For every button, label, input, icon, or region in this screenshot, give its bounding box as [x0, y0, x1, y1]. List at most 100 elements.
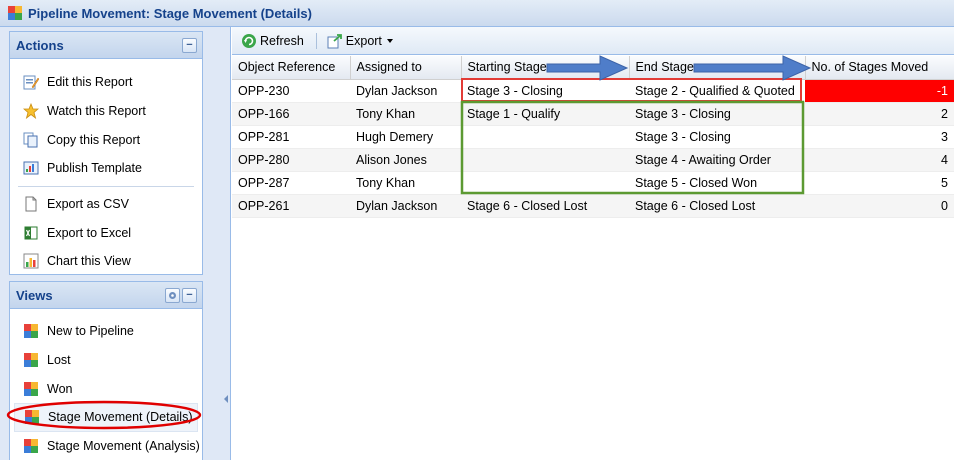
- publish-icon: [22, 160, 39, 177]
- cell-starting-stage: [461, 125, 629, 149]
- cell-object-reference: OPP-230: [232, 79, 350, 103]
- export-button[interactable]: Export: [323, 30, 397, 52]
- action-export-excel[interactable]: Export to Excel: [14, 218, 198, 247]
- toolbar-divider: [315, 32, 317, 49]
- report-cube-icon: [22, 352, 39, 369]
- left-pane: Actions − Edit this Report Watch this Re…: [0, 27, 222, 460]
- report-cube-icon: [22, 380, 39, 397]
- collapse-views-icon[interactable]: −: [182, 287, 197, 303]
- report-cube-icon: [8, 6, 22, 20]
- star-icon: [22, 103, 39, 120]
- chart-icon: [22, 253, 39, 270]
- view-label: Lost: [47, 353, 71, 368]
- view-won[interactable]: Won: [14, 374, 198, 403]
- window-titlebar: Pipeline Movement: Stage Movement (Detai…: [0, 0, 954, 27]
- pane-splitter[interactable]: [222, 27, 231, 460]
- cell-end-stage: Stage 5 - Closed Won: [629, 171, 805, 195]
- cell-object-reference: OPP-261: [232, 194, 350, 218]
- cell-end-stage: Stage 3 - Closing: [629, 125, 805, 149]
- cell-stages-moved: 0: [805, 194, 954, 218]
- view-label: Stage Movement (Details): [48, 410, 193, 425]
- column-header-stages-moved[interactable]: No. of Stages Moved: [805, 56, 954, 80]
- cell-assigned-to: Dylan Jackson: [350, 79, 461, 103]
- csv-icon: [22, 196, 39, 213]
- action-edit-report[interactable]: Edit this Report: [14, 68, 198, 97]
- gear-icon[interactable]: [165, 287, 180, 303]
- actions-panel-header: Actions −: [10, 32, 202, 59]
- cell-assigned-to: Tony Khan: [350, 171, 461, 195]
- cell-object-reference: OPP-166: [232, 102, 350, 126]
- report-cube-icon: [23, 409, 40, 426]
- grid-toolbar: Refresh Export: [232, 27, 954, 55]
- refresh-button[interactable]: Refresh: [237, 30, 308, 52]
- column-header-assigned-to[interactable]: Assigned to: [350, 56, 462, 80]
- cell-stages-moved: 2: [805, 102, 954, 126]
- table-row[interactable]: OPP-261 Dylan Jackson Stage 6 - Closed L…: [232, 194, 954, 218]
- main-panel: Refresh Export Object Reference Assigned…: [232, 27, 954, 460]
- report-cube-icon: [22, 323, 39, 340]
- actions-panel: Actions − Edit this Report Watch this Re…: [9, 31, 203, 275]
- table-row[interactable]: OPP-280 Alison Jones Stage 4 - Awaiting …: [232, 148, 954, 172]
- view-label: Won: [47, 381, 73, 396]
- view-lost[interactable]: Lost: [14, 346, 198, 375]
- table-row[interactable]: OPP-230 Dylan Jackson Stage 3 - Closing …: [232, 79, 954, 103]
- cell-starting-stage: Stage 3 - Closing: [461, 79, 629, 103]
- cell-stages-moved: 3: [805, 125, 954, 149]
- views-panel: Views − New to Pipeline Lost Won Stage M…: [9, 281, 203, 460]
- export-label: Export: [345, 33, 382, 48]
- window-title: Pipeline Movement: Stage Movement (Detai…: [28, 5, 312, 21]
- cell-end-stage: Stage 3 - Closing: [629, 102, 805, 126]
- cell-starting-stage: Stage 1 - Qualify: [461, 102, 629, 126]
- cell-assigned-to: Dylan Jackson: [350, 194, 461, 218]
- column-header-end-stage[interactable]: End Stage: [629, 56, 806, 80]
- refresh-icon: [241, 33, 257, 49]
- collapse-actions-icon[interactable]: −: [182, 37, 197, 53]
- action-label: Watch this Report: [47, 104, 146, 119]
- action-label: Copy this Report: [47, 132, 141, 147]
- cell-assigned-to: Tony Khan: [350, 102, 461, 126]
- cell-starting-stage: [461, 171, 629, 195]
- action-label: Edit this Report: [47, 75, 133, 90]
- chevron-down-icon: [386, 38, 393, 43]
- cell-assigned-to: Hugh Demery: [350, 125, 461, 149]
- cell-assigned-to: Alison Jones: [350, 148, 461, 172]
- cell-end-stage: Stage 2 - Qualified & Quoted: [629, 79, 805, 103]
- views-panel-title: Views: [16, 287, 53, 303]
- view-stage-movement-details[interactable]: Stage Movement (Details): [14, 403, 198, 432]
- grid-header-row: Object Reference Assigned to Starting St…: [232, 56, 954, 80]
- cell-starting-stage: Stage 6 - Closed Lost: [461, 194, 629, 218]
- edit-report-icon: [22, 74, 39, 91]
- collapse-arrow-icon[interactable]: [224, 395, 228, 403]
- table-row[interactable]: OPP-166 Tony Khan Stage 1 - Qualify Stag…: [232, 102, 954, 126]
- cell-stages-moved: 5: [805, 171, 954, 195]
- action-label: Export as CSV: [47, 197, 129, 212]
- action-label: Export to Excel: [47, 225, 132, 240]
- refresh-label: Refresh: [260, 33, 304, 48]
- results-grid: Object Reference Assigned to Starting St…: [232, 56, 954, 218]
- cell-stages-moved: 4: [805, 148, 954, 172]
- report-cube-icon: [22, 438, 39, 455]
- column-header-starting-stage[interactable]: Starting Stage: [461, 56, 630, 80]
- action-export-csv[interactable]: Export as CSV: [14, 190, 198, 219]
- cell-starting-stage: [461, 148, 629, 172]
- action-chart-view[interactable]: Chart this View: [14, 247, 198, 276]
- copy-icon: [22, 131, 39, 148]
- table-row[interactable]: OPP-281 Hugh Demery Stage 3 - Closing 3: [232, 125, 954, 149]
- cell-end-stage: Stage 6 - Closed Lost: [629, 194, 805, 218]
- action-copy-report[interactable]: Copy this Report: [14, 125, 198, 154]
- action-label: Chart this View: [47, 254, 131, 269]
- cell-end-stage: Stage 4 - Awaiting Order: [629, 148, 805, 172]
- action-publish-template[interactable]: Publish Template: [14, 154, 198, 183]
- excel-icon: [22, 224, 39, 241]
- actions-panel-title: Actions: [16, 37, 64, 53]
- view-stage-movement-analysis[interactable]: Stage Movement (Analysis): [14, 432, 200, 460]
- cell-stages-moved: -1: [805, 79, 954, 103]
- view-new-to-pipeline[interactable]: New to Pipeline: [14, 317, 198, 346]
- actions-divider: [18, 185, 194, 187]
- view-label: New to Pipeline: [47, 324, 134, 339]
- column-header-object-reference[interactable]: Object Reference: [232, 56, 351, 80]
- action-watch-report[interactable]: Watch this Report: [14, 97, 198, 126]
- cell-object-reference: OPP-287: [232, 171, 350, 195]
- table-row[interactable]: OPP-287 Tony Khan Stage 5 - Closed Won 5: [232, 171, 954, 195]
- action-label: Publish Template: [47, 161, 142, 176]
